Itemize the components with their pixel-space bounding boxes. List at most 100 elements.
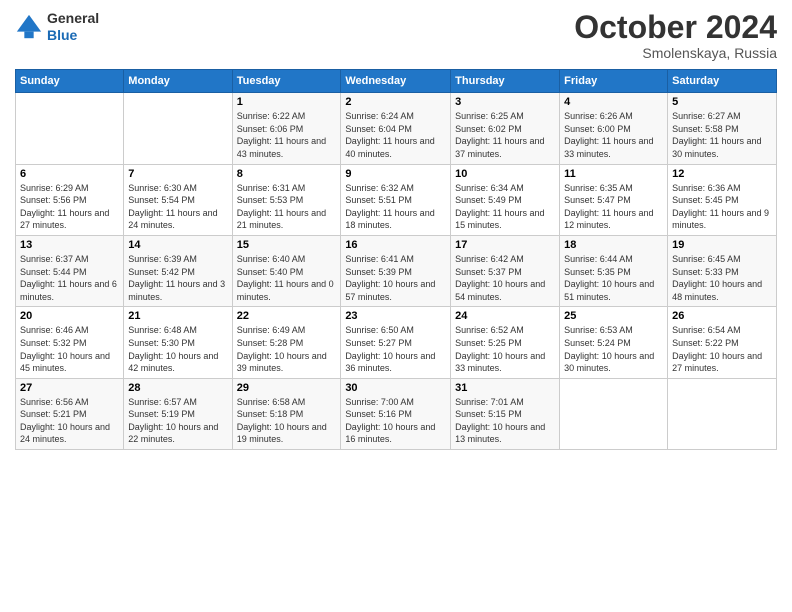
day-number: 24 (455, 310, 555, 322)
day-info: Sunrise: 6:29 AM Sunset: 5:56 PM Dayligh… (20, 182, 119, 232)
day-number: 14 (128, 239, 227, 251)
calendar-cell: 18 Sunrise: 6:44 AM Sunset: 5:35 PM Dayli… (560, 235, 668, 306)
day-info: Sunrise: 6:52 AM Sunset: 5:25 PM Dayligh… (455, 324, 555, 374)
day-info: Sunrise: 6:31 AM Sunset: 5:53 PM Dayligh… (237, 182, 337, 232)
calendar-cell: 5Sunrise: 6:27 AM Sunset: 5:58 PM Daylig… (668, 93, 777, 164)
day-number: 13 (20, 239, 119, 251)
calendar-cell (124, 93, 232, 164)
logo-blue: Blue (47, 27, 99, 44)
day-number: 18 (564, 239, 663, 251)
calendar-cell: 20 Sunrise: 6:46 AM Sunset: 5:32 PM Dayli… (16, 307, 124, 378)
day-number: 16 (345, 239, 446, 251)
calendar-cell: 9 Sunrise: 6:32 AM Sunset: 5:51 PM Daylig… (341, 164, 451, 235)
day-info: Sunrise: 6:39 AM Sunset: 5:42 PM Dayligh… (128, 253, 227, 303)
calendar-cell: 15 Sunrise: 6:40 AM Sunset: 5:40 PM Dayli… (232, 235, 341, 306)
calendar-cell: 25 Sunrise: 6:53 AM Sunset: 5:24 PM Dayli… (560, 307, 668, 378)
day-info: Sunrise: 6:30 AM Sunset: 5:54 PM Dayligh… (128, 182, 227, 232)
weekday-header-friday: Friday (560, 70, 668, 93)
day-info: Sunrise: 6:35 AM Sunset: 5:47 PM Dayligh… (564, 182, 663, 232)
calendar-cell: 3Sunrise: 6:25 AM Sunset: 6:02 PM Daylig… (451, 93, 560, 164)
weekday-header-thursday: Thursday (451, 70, 560, 93)
logo-general: General (47, 10, 99, 27)
day-number: 2 (345, 96, 446, 108)
weekday-header-monday: Monday (124, 70, 232, 93)
day-info: Sunrise: 6:49 AM Sunset: 5:28 PM Dayligh… (237, 324, 337, 374)
calendar-cell (668, 378, 777, 449)
day-info: Sunrise: 6:40 AM Sunset: 5:40 PM Dayligh… (237, 253, 337, 303)
calendar-table: SundayMondayTuesdayWednesdayThursdayFrid… (15, 69, 777, 450)
day-info: Sunrise: 7:00 AM Sunset: 5:16 PM Dayligh… (345, 396, 446, 446)
day-info: Sunrise: 6:44 AM Sunset: 5:35 PM Dayligh… (564, 253, 663, 303)
calendar-cell: 4 Sunrise: 6:26 AM Sunset: 6:00 PM Daylig… (560, 93, 668, 164)
day-info: Sunrise: 6:54 AM Sunset: 5:22 PM Dayligh… (672, 324, 772, 374)
weekday-header-row: SundayMondayTuesdayWednesdayThursdayFrid… (16, 70, 777, 93)
day-number: 6 (20, 168, 119, 180)
day-number: 25 (564, 310, 663, 322)
day-number: 9 (345, 168, 446, 180)
calendar-cell (16, 93, 124, 164)
day-number: 10 (455, 168, 555, 180)
day-info: Sunrise: 6:34 AM Sunset: 5:49 PM Dayligh… (455, 182, 555, 232)
day-info: Sunrise: 6:22 AM Sunset: 6:06 PM Dayligh… (237, 110, 337, 160)
calendar-cell: 23Sunrise: 6:50 AM Sunset: 5:27 PM Dayli… (341, 307, 451, 378)
day-info: Sunrise: 6:45 AM Sunset: 5:33 PM Dayligh… (672, 253, 772, 303)
day-number: 23 (345, 310, 446, 322)
calendar-cell: 22 Sunrise: 6:49 AM Sunset: 5:28 PM Dayli… (232, 307, 341, 378)
day-info: Sunrise: 6:42 AM Sunset: 5:37 PM Dayligh… (455, 253, 555, 303)
calendar-cell: 8Sunrise: 6:31 AM Sunset: 5:53 PM Daylig… (232, 164, 341, 235)
day-info: Sunrise: 6:26 AM Sunset: 6:00 PM Dayligh… (564, 110, 663, 160)
location: Smolenskaya, Russia (574, 45, 777, 61)
calendar-cell: 29Sunrise: 6:58 AM Sunset: 5:18 PM Dayli… (232, 378, 341, 449)
day-number: 4 (564, 96, 663, 108)
day-info: Sunrise: 6:46 AM Sunset: 5:32 PM Dayligh… (20, 324, 119, 374)
calendar-cell: 31 Sunrise: 7:01 AM Sunset: 5:15 PM Dayli… (451, 378, 560, 449)
weekday-header-saturday: Saturday (668, 70, 777, 93)
day-info: Sunrise: 6:41 AM Sunset: 5:39 PM Dayligh… (345, 253, 446, 303)
logo-text: General Blue (47, 10, 99, 44)
day-info: Sunrise: 6:53 AM Sunset: 5:24 PM Dayligh… (564, 324, 663, 374)
day-info: Sunrise: 7:01 AM Sunset: 5:15 PM Dayligh… (455, 396, 555, 446)
weekday-header-sunday: Sunday (16, 70, 124, 93)
day-info: Sunrise: 6:37 AM Sunset: 5:44 PM Dayligh… (20, 253, 119, 303)
calendar-cell: 16 Sunrise: 6:41 AM Sunset: 5:39 PM Dayli… (341, 235, 451, 306)
week-row-4: 20 Sunrise: 6:46 AM Sunset: 5:32 PM Dayli… (16, 307, 777, 378)
day-number: 29 (237, 382, 337, 394)
week-row-5: 27 Sunrise: 6:56 AM Sunset: 5:21 PM Dayli… (16, 378, 777, 449)
calendar-cell: 27 Sunrise: 6:56 AM Sunset: 5:21 PM Dayli… (16, 378, 124, 449)
page-container: General Blue October 2024 Smolenskaya, R… (0, 0, 792, 460)
day-number: 11 (564, 168, 663, 180)
calendar-cell (560, 378, 668, 449)
weekday-header-tuesday: Tuesday (232, 70, 341, 93)
day-info: Sunrise: 6:36 AM Sunset: 5:45 PM Dayligh… (672, 182, 772, 232)
calendar-cell: 6 Sunrise: 6:29 AM Sunset: 5:56 PM Daylig… (16, 164, 124, 235)
day-number: 20 (20, 310, 119, 322)
day-number: 5 (672, 96, 772, 108)
day-info: Sunrise: 6:32 AM Sunset: 5:51 PM Dayligh… (345, 182, 446, 232)
calendar-cell: 19 Sunrise: 6:45 AM Sunset: 5:33 PM Dayli… (668, 235, 777, 306)
header: General Blue October 2024 Smolenskaya, R… (15, 10, 777, 61)
calendar-cell: 2Sunrise: 6:24 AM Sunset: 6:04 PM Daylig… (341, 93, 451, 164)
day-number: 3 (455, 96, 555, 108)
day-number: 17 (455, 239, 555, 251)
weekday-header-wednesday: Wednesday (341, 70, 451, 93)
day-number: 27 (20, 382, 119, 394)
day-number: 22 (237, 310, 337, 322)
calendar-cell: 10 Sunrise: 6:34 AM Sunset: 5:49 PM Dayli… (451, 164, 560, 235)
month-title: October 2024 (574, 10, 777, 45)
day-number: 31 (455, 382, 555, 394)
logo-icon (15, 13, 43, 41)
calendar-cell: 1 Sunrise: 6:22 AM Sunset: 6:06 PM Daylig… (232, 93, 341, 164)
calendar-cell: 14 Sunrise: 6:39 AM Sunset: 5:42 PM Dayli… (124, 235, 232, 306)
calendar-cell: 12 Sunrise: 6:36 AM Sunset: 5:45 PM Dayli… (668, 164, 777, 235)
day-number: 15 (237, 239, 337, 251)
calendar-cell: 26Sunrise: 6:54 AM Sunset: 5:22 PM Dayli… (668, 307, 777, 378)
calendar-cell: 21Sunrise: 6:48 AM Sunset: 5:30 PM Dayli… (124, 307, 232, 378)
day-info: Sunrise: 6:56 AM Sunset: 5:21 PM Dayligh… (20, 396, 119, 446)
logo: General Blue (15, 10, 99, 44)
day-number: 19 (672, 239, 772, 251)
day-number: 1 (237, 96, 337, 108)
calendar-cell: 30Sunrise: 7:00 AM Sunset: 5:16 PM Dayli… (341, 378, 451, 449)
day-number: 21 (128, 310, 227, 322)
calendar-cell: 28Sunrise: 6:57 AM Sunset: 5:19 PM Dayli… (124, 378, 232, 449)
day-number: 12 (672, 168, 772, 180)
